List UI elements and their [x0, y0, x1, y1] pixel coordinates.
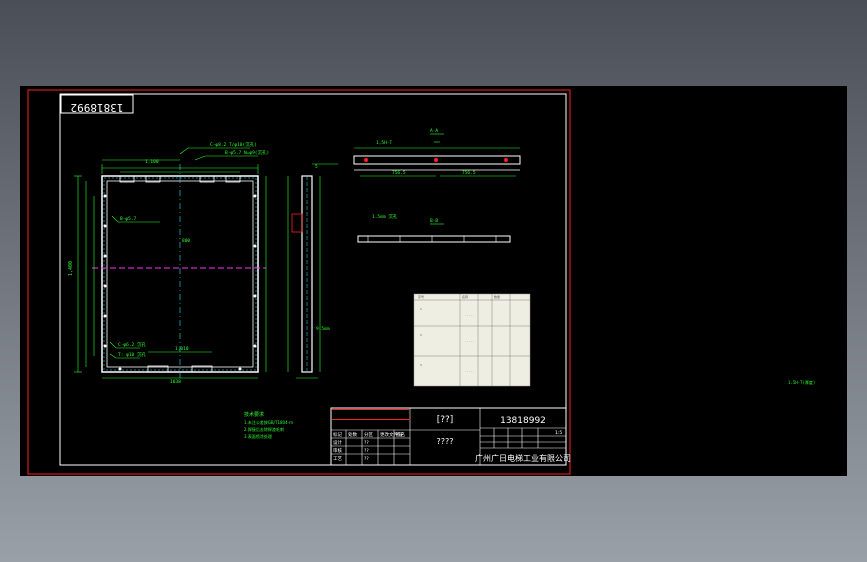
- svg-text:1,010: 1,010: [175, 346, 189, 352]
- side-view: 9.5mm 5: [287, 163, 338, 379]
- svg-text:工艺: 工艺: [333, 456, 342, 462]
- svg-text:处数: 处数: [348, 431, 357, 438]
- svg-text:设计: 设计: [333, 439, 342, 446]
- code-text-mirrored: 13818992: [71, 101, 124, 114]
- svg-text:??: ??: [364, 440, 369, 446]
- svg-text:.....: .....: [465, 313, 474, 317]
- drawing-code: 13818992: [500, 416, 546, 426]
- svg-text:1.未注公差按GB/T1804-m: 1.未注公差按GB/T1804-m: [244, 419, 293, 425]
- svg-text:3: 3: [420, 363, 422, 367]
- title-top: [??]: [437, 415, 454, 425]
- section-a-view: A-A 756.5 756.5 1,5H-T: [353, 128, 521, 177]
- svg-text:A-A: A-A: [430, 128, 438, 134]
- svg-text:名称: 名称: [462, 294, 468, 299]
- svg-text:1:5: 1:5: [555, 430, 562, 436]
- svg-text:标记: 标记: [333, 431, 342, 438]
- outer-frame: [27, 89, 571, 475]
- front-view: C-φ8.2 T/φ10(沉孔) B-φ5.7 N=φ9(沉孔) B-φ5.7 …: [68, 141, 269, 385]
- svg-text:5: 5: [315, 164, 318, 170]
- drawing-canvas[interactable]: 13818992 C-φ8.2 T/φ10(沉孔) B-φ5.7 N=φ9(沉孔…: [20, 86, 847, 476]
- svg-text:B-φ5.7 N=φ9(沉孔): B-φ5.7 N=φ9(沉孔): [225, 149, 269, 156]
- svg-text:756.5: 756.5: [392, 170, 406, 176]
- svg-text:签名: 签名: [396, 431, 405, 438]
- svg-text:??: ??: [364, 448, 369, 454]
- svg-text:1.5mm 沉孔: 1.5mm 沉孔: [372, 213, 398, 220]
- svg-text:T: φ10 沉孔: T: φ10 沉孔: [118, 351, 146, 358]
- side-note: 1.5H-T(厚度): [788, 379, 815, 385]
- svg-text:.....: .....: [465, 369, 474, 373]
- bom-table: 序号 名称 数量 1 2 3 ...............: [413, 293, 531, 387]
- svg-text:1,400: 1,400: [68, 261, 74, 276]
- svg-text:9.5mm: 9.5mm: [316, 326, 330, 332]
- svg-text:技术要求: 技术要求: [244, 411, 264, 418]
- inner-frame: [59, 93, 567, 466]
- svg-text:分区: 分区: [364, 431, 373, 438]
- svg-text:数量: 数量: [494, 294, 500, 299]
- svg-text:2: 2: [420, 333, 422, 337]
- svg-text:C-φ6.2 沉孔: C-φ6.2 沉孔: [118, 341, 146, 348]
- svg-text:B-φ5.7: B-φ5.7: [120, 216, 137, 222]
- svg-text:1038: 1038: [170, 379, 181, 385]
- svg-text:1,5H-T: 1,5H-T: [376, 140, 393, 146]
- cad-drawing: 13818992 C-φ8.2 T/φ10(沉孔) B-φ5.7 N=φ9(沉孔…: [27, 89, 815, 475]
- svg-text:1: 1: [420, 307, 422, 311]
- title-block: [??] ???? 13818992 广州广日电梯工业有限公司 标记 处数 分区…: [330, 407, 571, 466]
- svg-text:2.焊接后去除焊渣毛刺: 2.焊接后去除焊渣毛刺: [244, 426, 284, 432]
- svg-text:1,100: 1,100: [145, 159, 159, 165]
- svg-text:??: ??: [364, 456, 369, 462]
- svg-text:3.表面喷涂处理: 3.表面喷涂处理: [244, 433, 272, 439]
- company-name: 广州广日电梯工业有限公司: [475, 453, 571, 463]
- svg-text:B-B: B-B: [430, 218, 438, 224]
- svg-text:756.5: 756.5: [462, 170, 476, 176]
- svg-text:审核: 审核: [333, 447, 342, 454]
- svg-text:.....: .....: [465, 339, 474, 343]
- tech-requirements: 技术要求 1.未注公差按GB/T1804-m 2.焊接后去除焊渣毛刺 3.表面喷…: [244, 411, 293, 439]
- title-mid: ????: [437, 437, 454, 446]
- svg-text:C-φ8.2 T/φ10(沉孔): C-φ8.2 T/φ10(沉孔): [210, 141, 257, 148]
- section-b-view: B-B 1.5mm 沉孔: [357, 213, 511, 243]
- svg-text:800: 800: [182, 238, 190, 244]
- svg-text:序号: 序号: [418, 294, 424, 299]
